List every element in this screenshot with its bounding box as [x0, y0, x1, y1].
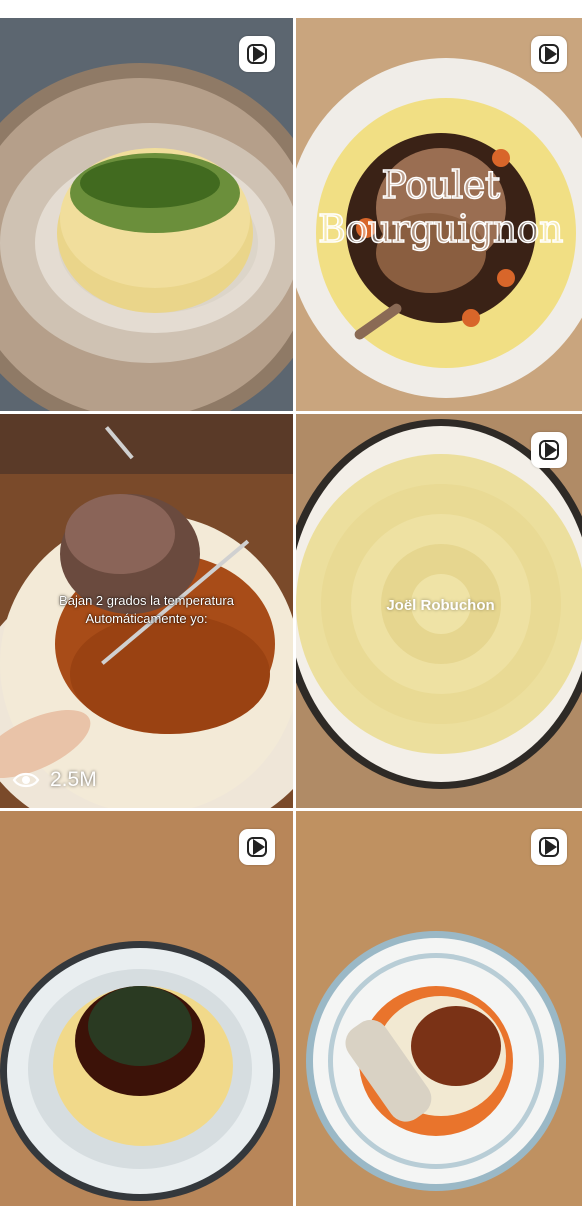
- view-count-label: 2.5M: [50, 768, 97, 791]
- grid-tile-puree-chives[interactable]: [0, 18, 293, 411]
- caption-line: Bajan 2 grados la temperatura: [59, 593, 234, 608]
- grid-tile-braised-beef[interactable]: Bajan 2 grados la temperatura Automática…: [0, 414, 293, 808]
- reel-video-icon: [531, 432, 567, 468]
- grid-tile-bolognese-parmesan[interactable]: [296, 811, 582, 1206]
- reel-caption-overlay: Bajan 2 grados la temperatura Automática…: [0, 592, 293, 628]
- thumbnail-image: [296, 811, 582, 1206]
- grid-tile-joel-robuchon[interactable]: Joël Robuchon: [296, 414, 582, 808]
- thumbnail-image: [0, 18, 293, 411]
- caption-line: Automáticamente yo:: [85, 611, 208, 626]
- reel-label-overlay: Joël Robuchon: [386, 597, 495, 614]
- reel-video-icon: [531, 36, 567, 72]
- reel-title-line: Bourguignon: [317, 206, 564, 252]
- reel-video-icon: [239, 36, 275, 72]
- reels-grid: Poulet Bourguignon Bajan 2 grados la temp…: [0, 18, 582, 1206]
- grid-tile-short-rib[interactable]: [0, 811, 293, 1206]
- reel-video-icon: [531, 829, 567, 865]
- thumbnail-image: [0, 811, 293, 1206]
- reel-video-icon: [239, 829, 275, 865]
- eye-icon: [12, 772, 40, 788]
- reel-title-line: Poulet: [381, 162, 501, 208]
- view-count: 2.5M: [12, 768, 97, 792]
- reel-title-overlay: Poulet Bourguignon: [296, 162, 582, 252]
- grid-tile-poulet-bourguignon[interactable]: Poulet Bourguignon: [296, 18, 582, 411]
